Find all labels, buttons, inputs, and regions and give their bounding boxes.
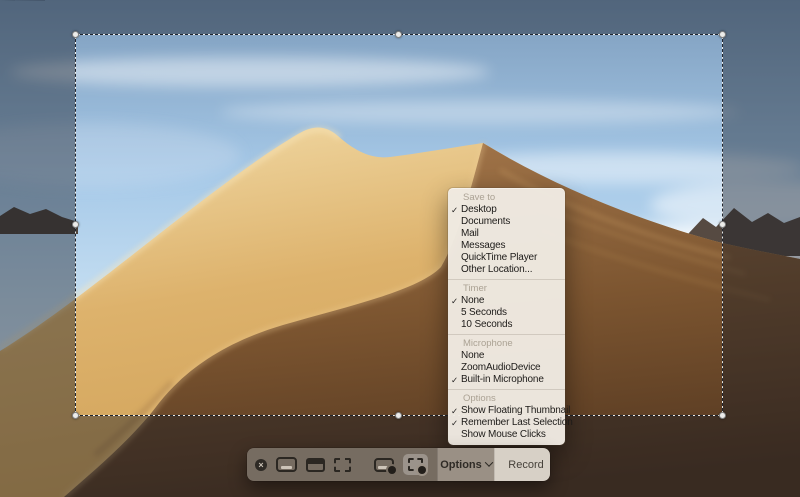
checkmark-icon: ✓ <box>448 417 461 429</box>
menu-item-5-seconds[interactable]: 5 Seconds <box>448 307 565 319</box>
menu-item-none[interactable]: ✓None <box>448 295 565 307</box>
menu-section-header: Options <box>448 393 565 405</box>
menu-item-10-seconds[interactable]: 10 Seconds <box>448 319 565 331</box>
options-dropdown-label: Options <box>440 459 482 471</box>
menu-item-label: Desktop <box>461 204 497 216</box>
menu-item-label: Documents <box>461 216 510 228</box>
toolbar-capture-buttons: × <box>247 448 437 481</box>
menu-item-documents[interactable]: Documents <box>448 216 565 228</box>
menu-section-header: Save to <box>448 192 565 204</box>
menu-section-header: Microphone <box>448 338 565 350</box>
menu-item-label: Show Floating Thumbnail <box>461 405 570 417</box>
capture-entire-screen-button[interactable] <box>276 457 297 472</box>
menu-item-built-in-microphone[interactable]: ✓Built-in Microphone <box>448 374 565 386</box>
chevron-down-icon <box>485 458 493 466</box>
checkmark-icon: ✓ <box>448 405 461 417</box>
menu-item-label: Other Location... <box>461 264 532 276</box>
menu-item-label: 10 Seconds <box>461 319 512 331</box>
menu-item-label: None <box>461 350 484 362</box>
screenshot-toolbar: × Options Record <box>247 448 550 481</box>
selection-handle-top-right[interactable] <box>719 31 726 38</box>
menu-item-remember-last-selection[interactable]: ✓Remember Last Selection <box>448 417 565 429</box>
menu-item-desktop[interactable]: ✓Desktop <box>448 204 565 216</box>
selection-handle-middle-left[interactable] <box>72 221 79 228</box>
selection-region[interactable] <box>76 35 722 415</box>
selection-handle-middle-right[interactable] <box>719 221 726 228</box>
selection-handle-bottom-middle[interactable] <box>395 412 402 419</box>
capture-selected-portion-button[interactable] <box>334 458 351 472</box>
selection-border-dashes <box>75 34 723 416</box>
menu-item-label: QuickTime Player <box>461 252 537 264</box>
menu-item-zoomaudiodevice[interactable]: ZoomAudioDevice <box>448 362 565 374</box>
menu-item-label: Built-in Microphone <box>461 374 544 386</box>
menu-item-label: Remember Last Selection <box>461 417 573 429</box>
menu-section-microphone: MicrophoneNoneZoomAudioDevice✓Built-in M… <box>448 334 565 386</box>
menu-item-messages[interactable]: Messages <box>448 240 565 252</box>
capture-entire-screen-icon <box>276 457 297 472</box>
close-button[interactable]: × <box>255 459 267 471</box>
menu-item-label: Messages <box>461 240 505 252</box>
record-selected-portion-icon <box>408 458 423 471</box>
options-dropdown-button[interactable]: Options <box>437 448 494 481</box>
checkmark-icon: ✓ <box>448 295 461 307</box>
selection-handle-top-left[interactable] <box>72 31 79 38</box>
capture-selected-window-button[interactable] <box>306 458 325 472</box>
menu-item-label: Show Mouse Clicks <box>461 429 546 441</box>
menu-section-options: Options✓Show Floating Thumbnail✓Remember… <box>448 389 565 441</box>
menu-item-none[interactable]: None <box>448 350 565 362</box>
record-selected-portion-button[interactable] <box>403 454 428 475</box>
menu-section-save-to: Save to✓DesktopDocumentsMailMessagesQuic… <box>448 192 565 276</box>
menu-item-show-mouse-clicks[interactable]: Show Mouse Clicks <box>448 429 565 441</box>
menu-item-other-location[interactable]: Other Location... <box>448 264 565 276</box>
options-menu: Save to✓DesktopDocumentsMailMessagesQuic… <box>448 188 565 445</box>
checkmark-icon: ✓ <box>448 374 461 386</box>
record-button[interactable]: Record <box>494 448 550 481</box>
checkmark-icon: ✓ <box>448 204 461 216</box>
selection-handle-bottom-right[interactable] <box>719 412 726 419</box>
selection-handle-bottom-left[interactable] <box>72 412 79 419</box>
record-button-label: Record <box>508 459 543 471</box>
menu-item-show-floating-thumbnail[interactable]: ✓Show Floating Thumbnail <box>448 405 565 417</box>
menu-item-label: ZoomAudioDevice <box>461 362 540 374</box>
menu-section-header: Timer <box>448 283 565 295</box>
menu-item-label: 5 Seconds <box>461 307 507 319</box>
menu-item-label: Mail <box>461 228 479 240</box>
record-entire-screen-button[interactable] <box>374 458 394 472</box>
selection-handle-top-middle[interactable] <box>395 31 402 38</box>
menu-item-quicktime-player[interactable]: QuickTime Player <box>448 252 565 264</box>
menu-item-label: None <box>461 295 484 307</box>
screenshot-utility-screen: Save to✓DesktopDocumentsMailMessagesQuic… <box>0 0 800 497</box>
capture-selected-portion-icon <box>334 458 351 472</box>
close-icon: × <box>255 459 267 471</box>
menu-item-mail[interactable]: Mail <box>448 228 565 240</box>
record-entire-screen-icon <box>374 458 394 472</box>
menu-section-timer: Timer✓None5 Seconds10 Seconds <box>448 279 565 331</box>
capture-selected-window-icon <box>306 458 325 472</box>
